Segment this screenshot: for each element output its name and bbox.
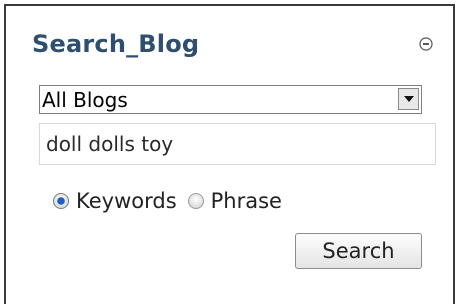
search-mode-options: Keywords Phrase [52,186,282,216]
blog-select-value: All Blogs [42,88,128,112]
search-button[interactable]: Search [295,233,422,269]
search-input[interactable] [39,123,436,165]
phrase-radio[interactable] [187,192,205,210]
blog-select[interactable]: All Blogs [39,85,422,114]
keywords-radio[interactable] [52,192,70,210]
widget-title: Search_Blog [32,30,200,58]
phrase-label[interactable]: Phrase [211,189,282,213]
dropdown-arrow-icon[interactable] [398,88,419,110]
keywords-label[interactable]: Keywords [76,189,177,213]
minus-circle-icon[interactable] [419,36,433,51]
